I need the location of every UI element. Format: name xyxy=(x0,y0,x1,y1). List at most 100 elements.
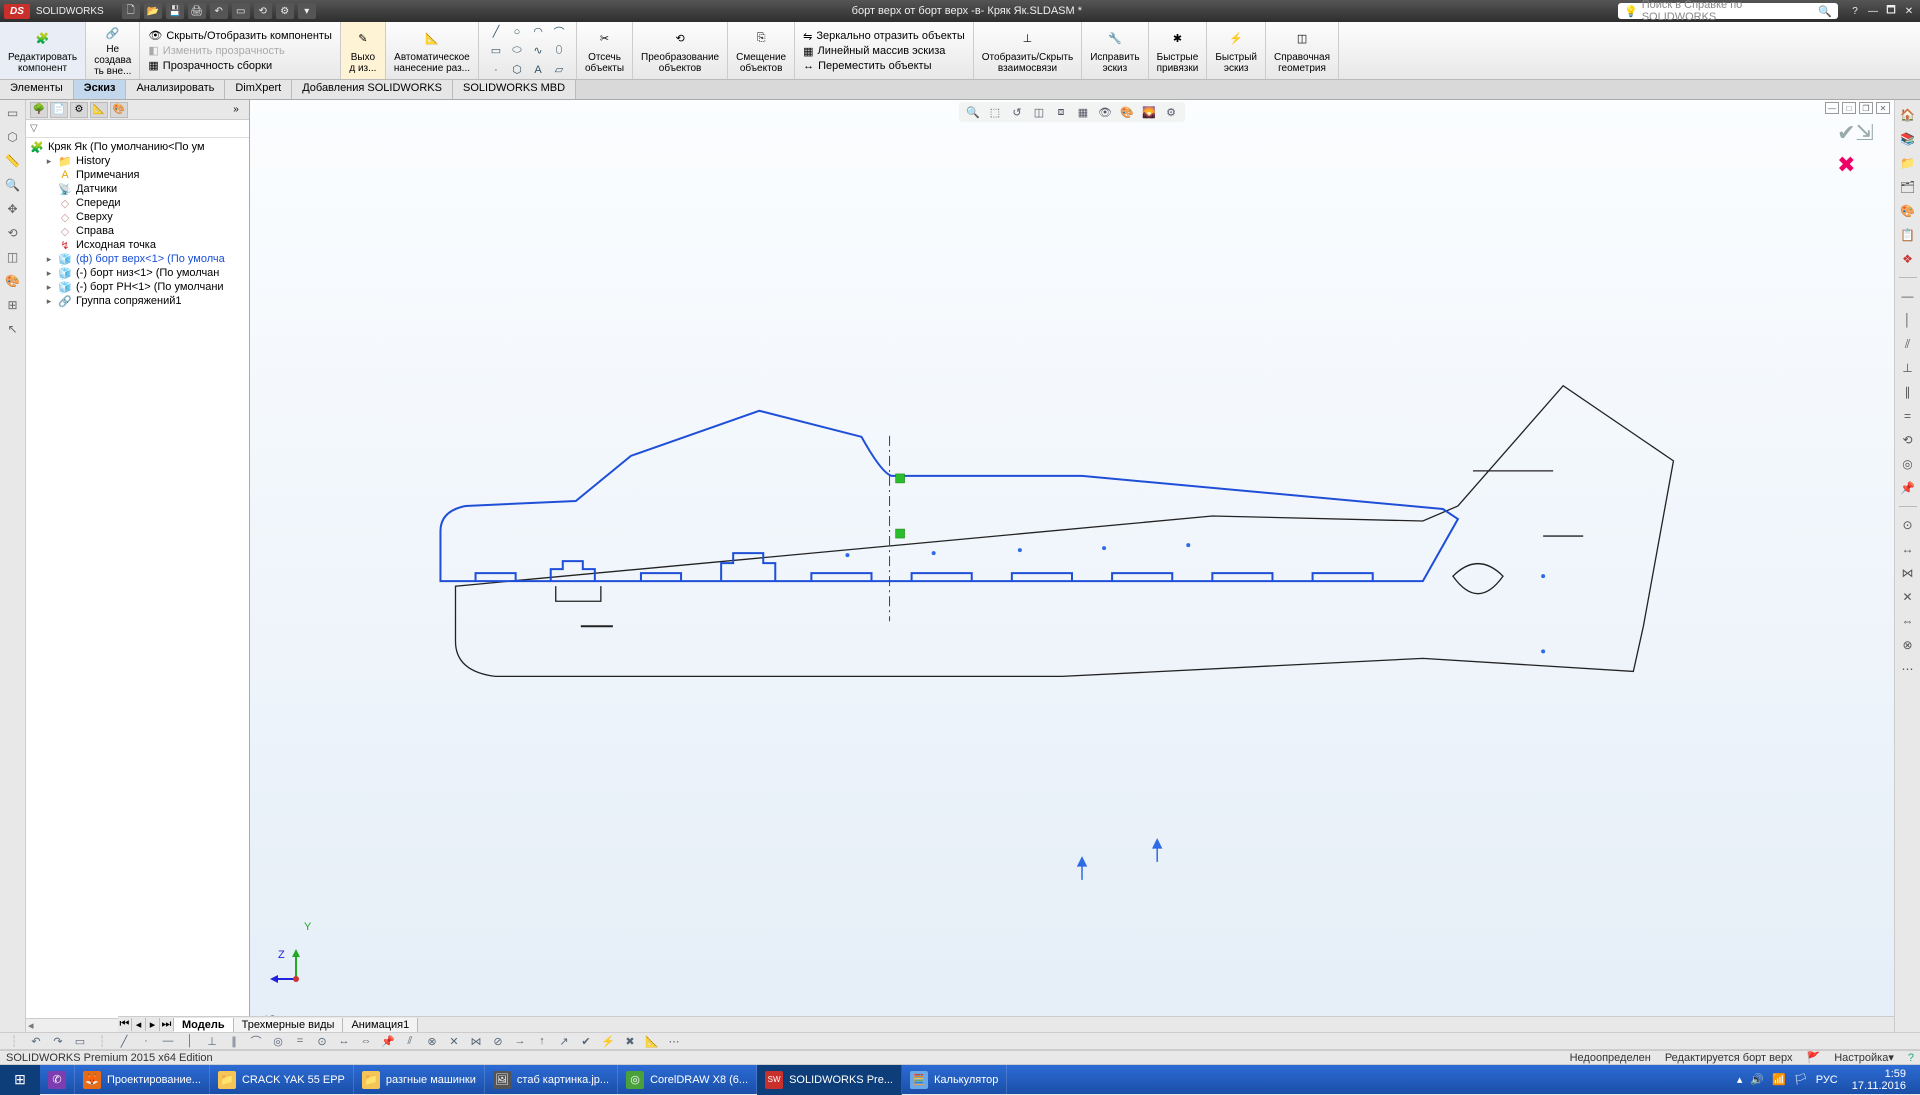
sb-dim-icon[interactable]: 📐 xyxy=(644,1034,660,1048)
panel-tab-config-icon[interactable]: ⚙ xyxy=(70,102,88,118)
select-icon[interactable]: ▭ xyxy=(232,3,250,19)
status-flag-icon[interactable]: 🚩 xyxy=(1806,1051,1820,1064)
panel-tab-dim-icon[interactable]: 📐 xyxy=(90,102,108,118)
text-tool-icon[interactable]: A xyxy=(529,62,547,78)
help-icon[interactable]: ? xyxy=(1848,5,1862,17)
tree-part-2[interactable]: ▸🧊(-) борт низ<1> (По умолчан xyxy=(26,266,249,280)
sb-ver-icon[interactable]: │ xyxy=(182,1034,198,1048)
tree-front-plane[interactable]: ◇Спереди xyxy=(26,196,249,210)
rel-tangent-icon[interactable]: ⟲ xyxy=(1899,431,1917,449)
tab-evaluate[interactable]: Анализировать xyxy=(126,80,225,99)
change-opacity-button[interactable]: ◧Изменить прозрачность xyxy=(148,44,284,57)
rel-intersect-icon[interactable]: ✕ xyxy=(1899,588,1917,606)
sketch-profile[interactable] xyxy=(440,411,1457,581)
rel-more-icon[interactable]: ⋯ xyxy=(1899,660,1917,678)
rel-vertical-icon[interactable]: │ xyxy=(1899,311,1917,329)
line-tool-icon[interactable]: ╱ xyxy=(487,24,505,40)
tree-right-plane[interactable]: ◇Справа xyxy=(26,224,249,238)
quick-snaps-button[interactable]: ✱ Быстрые привязки xyxy=(1149,22,1208,79)
sb-line-icon[interactable]: ╱ xyxy=(116,1034,132,1048)
file-explorer-icon[interactable]: 📁 xyxy=(1899,154,1917,172)
sb-auto-icon[interactable]: ⚡ xyxy=(600,1034,616,1048)
rel-collinear-icon[interactable]: ⫽ xyxy=(1899,335,1917,353)
tree-origin[interactable]: ↯Исходная точка xyxy=(26,238,249,252)
tree-root[interactable]: 🧩Кряк Як (По умолчанию<По ум xyxy=(26,140,249,154)
rel-symmetric-icon[interactable]: ⇔ xyxy=(1899,612,1917,630)
view-triad[interactable]: Y Z xyxy=(280,949,320,992)
no-external-button[interactable]: 🔗 Не создава ть вне... xyxy=(86,22,140,79)
sb-coin-icon[interactable]: ⊙ xyxy=(314,1034,330,1048)
rel-horizontal-icon[interactable]: — xyxy=(1899,287,1917,305)
tab-prev-icon[interactable]: ◂ xyxy=(132,1018,146,1031)
sb-eq-icon[interactable]: = xyxy=(292,1034,308,1048)
convert-button[interactable]: ⟲ Преобразование объектов xyxy=(633,22,728,79)
sb-point-icon[interactable]: · xyxy=(138,1034,154,1048)
slot-tool-icon[interactable]: ⬭ xyxy=(508,43,526,59)
tree-sensors[interactable]: 📡Датчики xyxy=(26,182,249,196)
section-tool-icon[interactable]: ◫ xyxy=(4,248,22,266)
repair-sketch-button[interactable]: 🔧 Исправить эскиз xyxy=(1082,22,1148,79)
sb-more-icon[interactable]: ⋯ xyxy=(666,1034,682,1048)
rel-concentric-icon[interactable]: ◎ xyxy=(1899,455,1917,473)
sb-hor-icon[interactable]: — xyxy=(160,1034,176,1048)
sb-conc-icon[interactable]: ◎ xyxy=(270,1034,286,1048)
print-icon[interactable]: 🖨 xyxy=(188,3,206,19)
sb-mid-icon[interactable]: ↔ xyxy=(336,1034,352,1048)
select-tool-icon[interactable]: ▭ xyxy=(4,104,22,122)
trim-button[interactable]: ✂ Отсечь объекты xyxy=(577,22,633,79)
rel-merge-icon[interactable]: ⋈ xyxy=(1899,564,1917,582)
appearances-tab-icon[interactable]: 🎨 xyxy=(1899,202,1917,220)
tab-next-icon[interactable]: ▸ xyxy=(146,1018,160,1031)
panel-tab-property-icon[interactable]: 📄 xyxy=(50,102,68,118)
tree-history[interactable]: ▸📁History xyxy=(26,154,249,168)
point-tool-icon[interactable]: · xyxy=(487,62,505,78)
sb-fully-def-icon[interactable]: ✔ xyxy=(578,1034,594,1048)
tree-part-3[interactable]: ▸🧊(-) борт РН<1> (По умолчани xyxy=(26,280,249,294)
offset-button[interactable]: ⎘ Смещение объектов xyxy=(728,22,795,79)
sketch-tabs[interactable] xyxy=(476,553,1373,581)
minimize-icon[interactable]: — xyxy=(1866,5,1880,17)
rel-equal-icon[interactable]: = xyxy=(1899,407,1917,425)
sb-along-x-icon[interactable]: → xyxy=(512,1034,528,1048)
rel-pierce-icon[interactable]: ⊗ xyxy=(1899,636,1917,654)
rel-coincident-icon[interactable]: ⊙ xyxy=(1899,516,1917,534)
sb-corad-icon[interactable]: ⊗ xyxy=(424,1034,440,1048)
home-tab-icon[interactable]: 🏠 xyxy=(1899,106,1917,124)
relation-handle-1[interactable] xyxy=(896,474,905,483)
rapid-sketch-button[interactable]: ⚡ Быстрый эскиз xyxy=(1207,22,1266,79)
pan-tool-icon[interactable]: ✥ xyxy=(4,200,22,218)
undo-icon[interactable]: ↶ xyxy=(210,3,228,19)
reference-geometry-button[interactable]: ◫ Справочная геометрия xyxy=(1266,22,1339,79)
view-palette-icon[interactable]: 🗂 xyxy=(1899,178,1917,196)
search-go-icon[interactable]: 🔍 xyxy=(1818,5,1832,18)
sb-pierce-icon[interactable]: ⊘ xyxy=(490,1034,506,1048)
tab-animation[interactable]: Анимация1 xyxy=(343,1018,418,1032)
sb-par-icon[interactable]: ∥ xyxy=(226,1034,242,1048)
sb-intersect-icon[interactable]: ✕ xyxy=(446,1034,462,1048)
panel-tab-feature-icon[interactable]: 🌳 xyxy=(30,102,48,118)
more-icon[interactable]: ▾ xyxy=(298,3,316,19)
tab-mbd[interactable]: SOLIDWORKS MBD xyxy=(453,80,576,99)
sb-along-z-icon[interactable]: ↗ xyxy=(556,1034,572,1048)
tree-top-plane[interactable]: ◇Сверху xyxy=(26,210,249,224)
polygon-tool-icon[interactable]: ⬡ xyxy=(508,62,526,78)
sb-merge-icon[interactable]: ⋈ xyxy=(468,1034,484,1048)
sb-collin-icon[interactable]: ⫽ xyxy=(402,1034,418,1048)
magnet-tool-icon[interactable]: ⬡ xyxy=(4,128,22,146)
smart-dimension-button[interactable]: 📐 Автоматическое нанесение раз... xyxy=(386,22,479,79)
sb-redo-icon[interactable]: ↷ xyxy=(50,1034,66,1048)
rel-perpendicular-icon[interactable]: ⊥ xyxy=(1899,359,1917,377)
sb-fix-icon[interactable]: 📌 xyxy=(380,1034,396,1048)
maximize-icon[interactable]: 🗖 xyxy=(1884,5,1898,17)
assembly-opacity-button[interactable]: ▦Прозрачность сборки xyxy=(148,59,272,72)
rel-parallel-icon[interactable]: ∥ xyxy=(1899,383,1917,401)
relation-handle-2[interactable] xyxy=(896,529,905,538)
tab-first-icon[interactable]: ⏮ xyxy=(118,1018,132,1031)
tree-annotations[interactable]: AПримечания xyxy=(26,168,249,182)
sb-del-icon[interactable]: ✖ xyxy=(622,1034,638,1048)
sketch-points[interactable] xyxy=(845,543,1545,653)
sb-undo-icon[interactable]: ↶ xyxy=(28,1034,44,1048)
plane-tool-icon[interactable]: ▱ xyxy=(550,62,568,78)
sb-tan-icon[interactable]: ⌒ xyxy=(248,1034,264,1048)
hide-show-components-button[interactable]: 👁Скрыть/Отобразить компоненты xyxy=(148,29,332,42)
